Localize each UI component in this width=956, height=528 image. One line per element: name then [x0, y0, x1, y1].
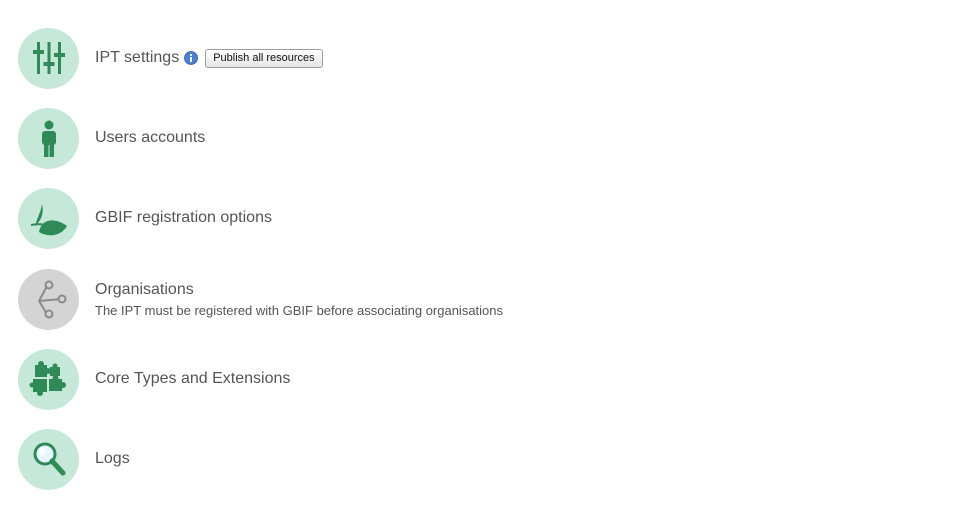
organisations-title[interactable]: Organisations: [95, 280, 503, 300]
info-icon[interactable]: [184, 51, 199, 65]
admin-item-core-types[interactable]: Core Types and Extensions: [18, 348, 290, 410]
admin-item-ipt-settings[interactable]: IPT settings Publish all resources: [18, 27, 323, 89]
logs-text: Logs: [95, 449, 130, 469]
ipt-settings-icon-circle[interactable]: [18, 27, 79, 89]
person-icon: [41, 120, 56, 157]
ipt-settings-title[interactable]: IPT settings: [95, 48, 179, 68]
admin-menu: IPT settings Publish all resources Users…: [0, 0, 956, 528]
ipt-settings-text: IPT settings Publish all resources: [95, 48, 323, 68]
organisations-icon-circle[interactable]: [18, 268, 79, 330]
ipt-settings-title-row: IPT settings Publish all resources: [95, 48, 323, 68]
users-accounts-text: Users accounts: [95, 128, 205, 148]
gbif-registration-title[interactable]: GBIF registration options: [95, 208, 272, 228]
admin-item-gbif-registration[interactable]: GBIF registration options: [18, 187, 272, 249]
logs-icon-circle[interactable]: [18, 428, 79, 490]
publish-all-resources-button[interactable]: Publish all resources: [205, 48, 323, 68]
gbif-registration-icon-circle[interactable]: [18, 187, 79, 249]
organisations-text: Organisations The IPT must be registered…: [95, 280, 503, 319]
puzzle-icon: [29, 361, 66, 396]
core-types-text: Core Types and Extensions: [95, 369, 290, 389]
users-accounts-title[interactable]: Users accounts: [95, 128, 205, 148]
admin-item-logs[interactable]: Logs: [18, 428, 130, 490]
logs-title[interactable]: Logs: [95, 449, 130, 469]
magnifier-icon: [33, 442, 65, 476]
core-types-title[interactable]: Core Types and Extensions: [95, 369, 290, 389]
admin-item-organisations[interactable]: Organisations The IPT must be registered…: [18, 268, 503, 330]
organisations-subtitle: The IPT must be registered with GBIF bef…: [95, 302, 504, 318]
admin-item-users-accounts[interactable]: Users accounts: [18, 107, 205, 169]
users-accounts-icon-circle[interactable]: [18, 107, 79, 169]
leaf-icon: [30, 204, 67, 236]
gbif-registration-text: GBIF registration options: [95, 208, 272, 228]
sliders-icon: [32, 42, 65, 74]
core-types-icon-circle[interactable]: [18, 348, 79, 410]
share-network-icon: [37, 280, 66, 319]
